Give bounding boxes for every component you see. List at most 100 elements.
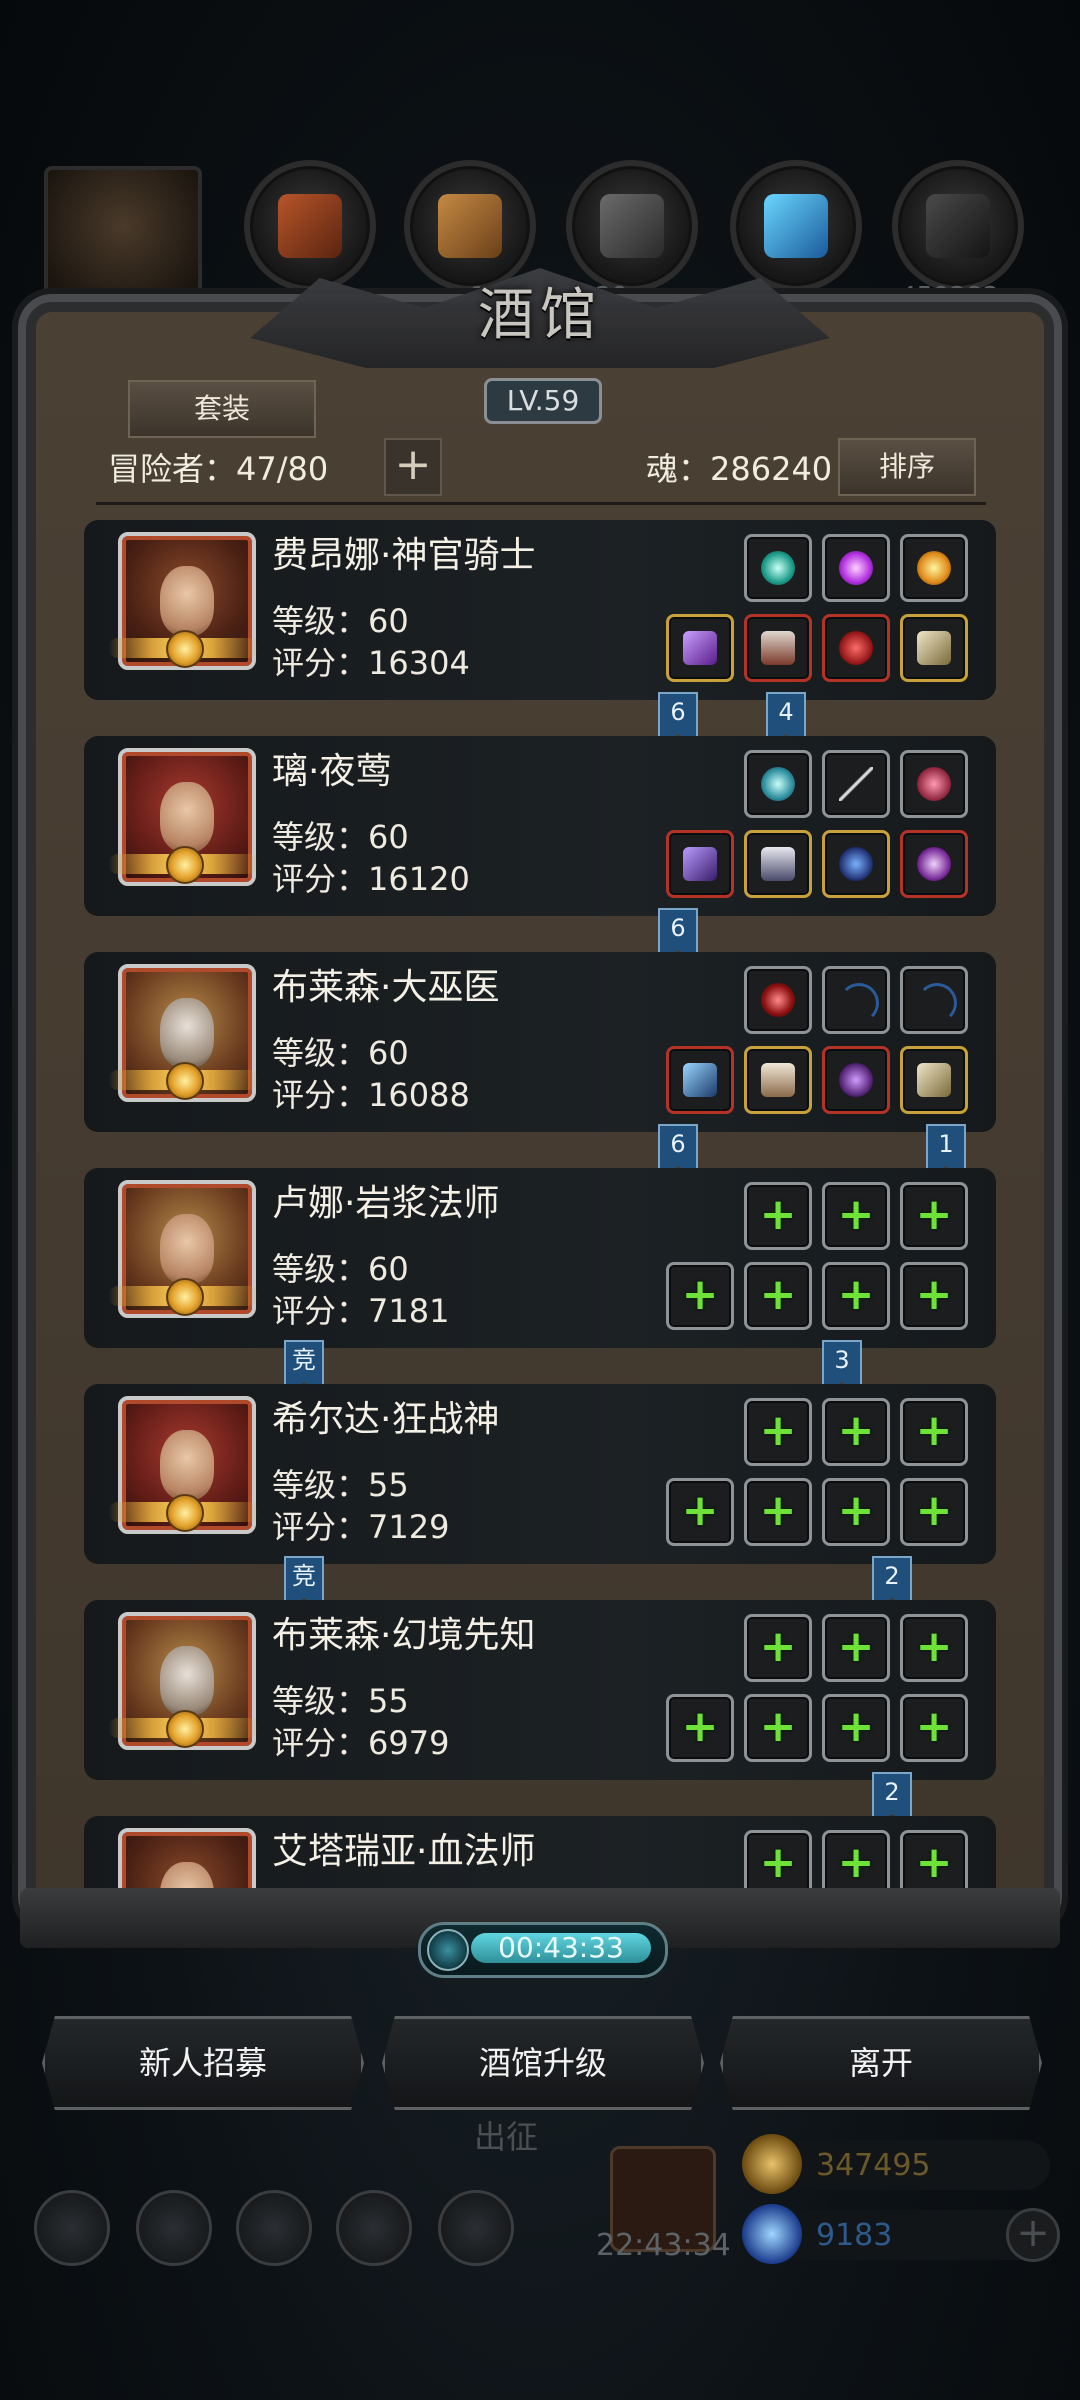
- hero-name: 布莱森·幻境先知: [272, 1615, 536, 1656]
- hero-face-icon: [160, 782, 214, 852]
- empty-slot-add-button[interactable]: +: [744, 1614, 812, 1682]
- coal-resource-icon[interactable]: [892, 160, 1024, 292]
- hero-level: 等级：55: [272, 1466, 409, 1504]
- hero-score: 评分：7181: [272, 1292, 450, 1330]
- plus-icon: +: [759, 1701, 797, 1752]
- empty-slot-add-button[interactable]: +: [744, 1182, 812, 1250]
- expand-slots-button[interactable]: +: [384, 438, 442, 496]
- refresh-timer: 00:43:33: [418, 1922, 668, 1978]
- crystal-resource-icon[interactable]: [730, 160, 862, 292]
- empty-slot-add-button[interactable]: +: [744, 1478, 812, 1546]
- equip-slot-vial-icon[interactable]: [744, 614, 812, 682]
- rank-emblem-icon: [166, 630, 204, 668]
- hero-name: 费昂娜·神官骑士: [272, 535, 536, 576]
- empty-slot-add-button[interactable]: +: [900, 1182, 968, 1250]
- empty-slot-add-button[interactable]: +: [900, 1398, 968, 1466]
- add-gems-plus-icon[interactable]: +: [1006, 2208, 1060, 2262]
- hero-card[interactable]: 希尔达·狂战神 等级：55 评分：7129 + + + + + + +: [84, 1384, 996, 1564]
- equip-slot-teal-gem-icon[interactable]: [744, 750, 812, 818]
- hero-name: 布莱森·大巫医: [272, 967, 500, 1008]
- empty-slot-add-button[interactable]: +: [744, 1398, 812, 1466]
- equip-slot-amulet-icon[interactable]: [822, 614, 890, 682]
- settings-icon[interactable]: [34, 2190, 110, 2266]
- plus-icon: +: [837, 1837, 875, 1888]
- empty-slot-add-button[interactable]: +: [822, 1262, 890, 1330]
- set-tab-button[interactable]: 套装: [128, 380, 316, 438]
- equip-slot-bow-icon[interactable]: [822, 966, 890, 1034]
- hero-name: 璃·夜莺: [272, 751, 392, 792]
- hero-card[interactable]: 费昂娜·神官骑士 等级：60 评分：16304: [84, 520, 996, 700]
- equip-slot-staff-icon[interactable]: [666, 830, 734, 898]
- equip-slot-claw-icon[interactable]: [900, 614, 968, 682]
- hero-card[interactable]: 布莱森·大巫医 等级：60 评分：16088: [84, 952, 996, 1132]
- equip-slot-bow-icon[interactable]: [900, 966, 968, 1034]
- gem-bar: 9183: [742, 2204, 1050, 2264]
- empty-slot-add-button[interactable]: +: [822, 1614, 890, 1682]
- hero-card[interactable]: 布莱森·幻境先知 等级：55 评分：6979 + + + + + + +: [84, 1600, 996, 1780]
- empty-slot-add-button[interactable]: +: [666, 1694, 734, 1762]
- mail-icon[interactable]: [336, 2190, 412, 2266]
- plus-icon: +: [759, 1485, 797, 1536]
- empty-slot-add-button[interactable]: +: [900, 1262, 968, 1330]
- empty-slot-add-button[interactable]: +: [666, 1262, 734, 1330]
- hero-card[interactable]: 璃·夜莺 等级：60 评分：16120: [84, 736, 996, 916]
- equip-slot-blade-icon[interactable]: [822, 750, 890, 818]
- equip-slot-mask-icon[interactable]: [900, 830, 968, 898]
- plus-icon: +: [915, 1269, 953, 1320]
- equip-slot-amulet-icon[interactable]: [822, 1046, 890, 1114]
- hero-score: 评分：16088: [272, 1076, 470, 1114]
- hero-list[interactable]: 费昂娜·神官骑士 等级：60 评分：16304 6 4 璃·夜莺 等级：60 评…: [84, 518, 996, 1900]
- empty-slot-add-button[interactable]: +: [744, 1694, 812, 1762]
- equip-slot-lantern-icon[interactable]: [900, 534, 968, 602]
- shop-icon[interactable]: [438, 2190, 514, 2266]
- upgrade-tavern-button[interactable]: 酒馆升级: [382, 2016, 704, 2110]
- map-icon[interactable]: [236, 2190, 312, 2266]
- empty-slot-add-button[interactable]: +: [900, 1694, 968, 1762]
- hero-name: 希尔达·狂战神: [272, 1399, 500, 1440]
- plus-icon: +: [759, 1621, 797, 1672]
- hero-level: 等级：60: [272, 818, 409, 856]
- empty-slot-add-button[interactable]: +: [744, 1262, 812, 1330]
- hero-level: 等级：60: [272, 1250, 409, 1288]
- hero-card[interactable]: 卢娜·岩浆法师 等级：60 评分：7181 + + + + + + +: [84, 1168, 996, 1348]
- timer-text: 00:43:33: [498, 1931, 624, 1964]
- plus-icon: +: [915, 1189, 953, 1240]
- equip-slot-armor-icon[interactable]: [744, 830, 812, 898]
- achievement-icon[interactable]: [136, 2190, 212, 2266]
- equip-slot-staff-icon[interactable]: [666, 614, 734, 682]
- equip-slot-purple-gem-icon[interactable]: [822, 534, 890, 602]
- equip-slot-teal-gem-icon[interactable]: [744, 534, 812, 602]
- empty-slot-add-button[interactable]: +: [666, 1478, 734, 1546]
- blue-gem-icon: [742, 2204, 802, 2264]
- rank-emblem-icon: [166, 1062, 204, 1100]
- hero-face-icon: [160, 1646, 214, 1716]
- equip-slot-cloak-icon[interactable]: [900, 750, 968, 818]
- gem-value: 9183: [816, 2218, 893, 2253]
- equip-slot-robe-icon[interactable]: [744, 1046, 812, 1114]
- panel-title: 酒馆: [478, 283, 602, 348]
- gold-bar: 347495: [742, 2134, 1050, 2194]
- equip-slot-orb-icon[interactable]: [744, 966, 812, 1034]
- empty-slot-add-button[interactable]: +: [822, 1694, 890, 1762]
- hero-avatar-top[interactable]: [44, 166, 202, 314]
- plus-icon: +: [681, 1701, 719, 1752]
- hero-score: 评分：7129: [272, 1508, 450, 1546]
- empty-slot-add-button[interactable]: +: [900, 1614, 968, 1682]
- rank-emblem-icon: [166, 1494, 204, 1532]
- equip-slot-claw-icon[interactable]: [900, 1046, 968, 1114]
- leave-button[interactable]: 离开: [720, 2016, 1042, 2110]
- equip-slot-amulet-icon[interactable]: [822, 830, 890, 898]
- hero-name: 艾塔瑞亚·血法师: [272, 1831, 536, 1872]
- rank-emblem-icon: [166, 1710, 204, 1748]
- empty-slot-add-button[interactable]: +: [822, 1398, 890, 1466]
- recruit-button[interactable]: 新人招募: [42, 2016, 364, 2110]
- plus-icon: +: [681, 1485, 719, 1536]
- sort-button[interactable]: 排序: [838, 438, 976, 496]
- equip-slot-staff-icon[interactable]: [666, 1046, 734, 1114]
- plus-icon: +: [915, 1405, 953, 1456]
- rank-emblem-icon: [166, 1278, 204, 1316]
- empty-slot-add-button[interactable]: +: [900, 1478, 968, 1546]
- empty-slot-add-button[interactable]: +: [822, 1182, 890, 1250]
- plus-icon: +: [915, 1837, 953, 1888]
- empty-slot-add-button[interactable]: +: [822, 1478, 890, 1546]
